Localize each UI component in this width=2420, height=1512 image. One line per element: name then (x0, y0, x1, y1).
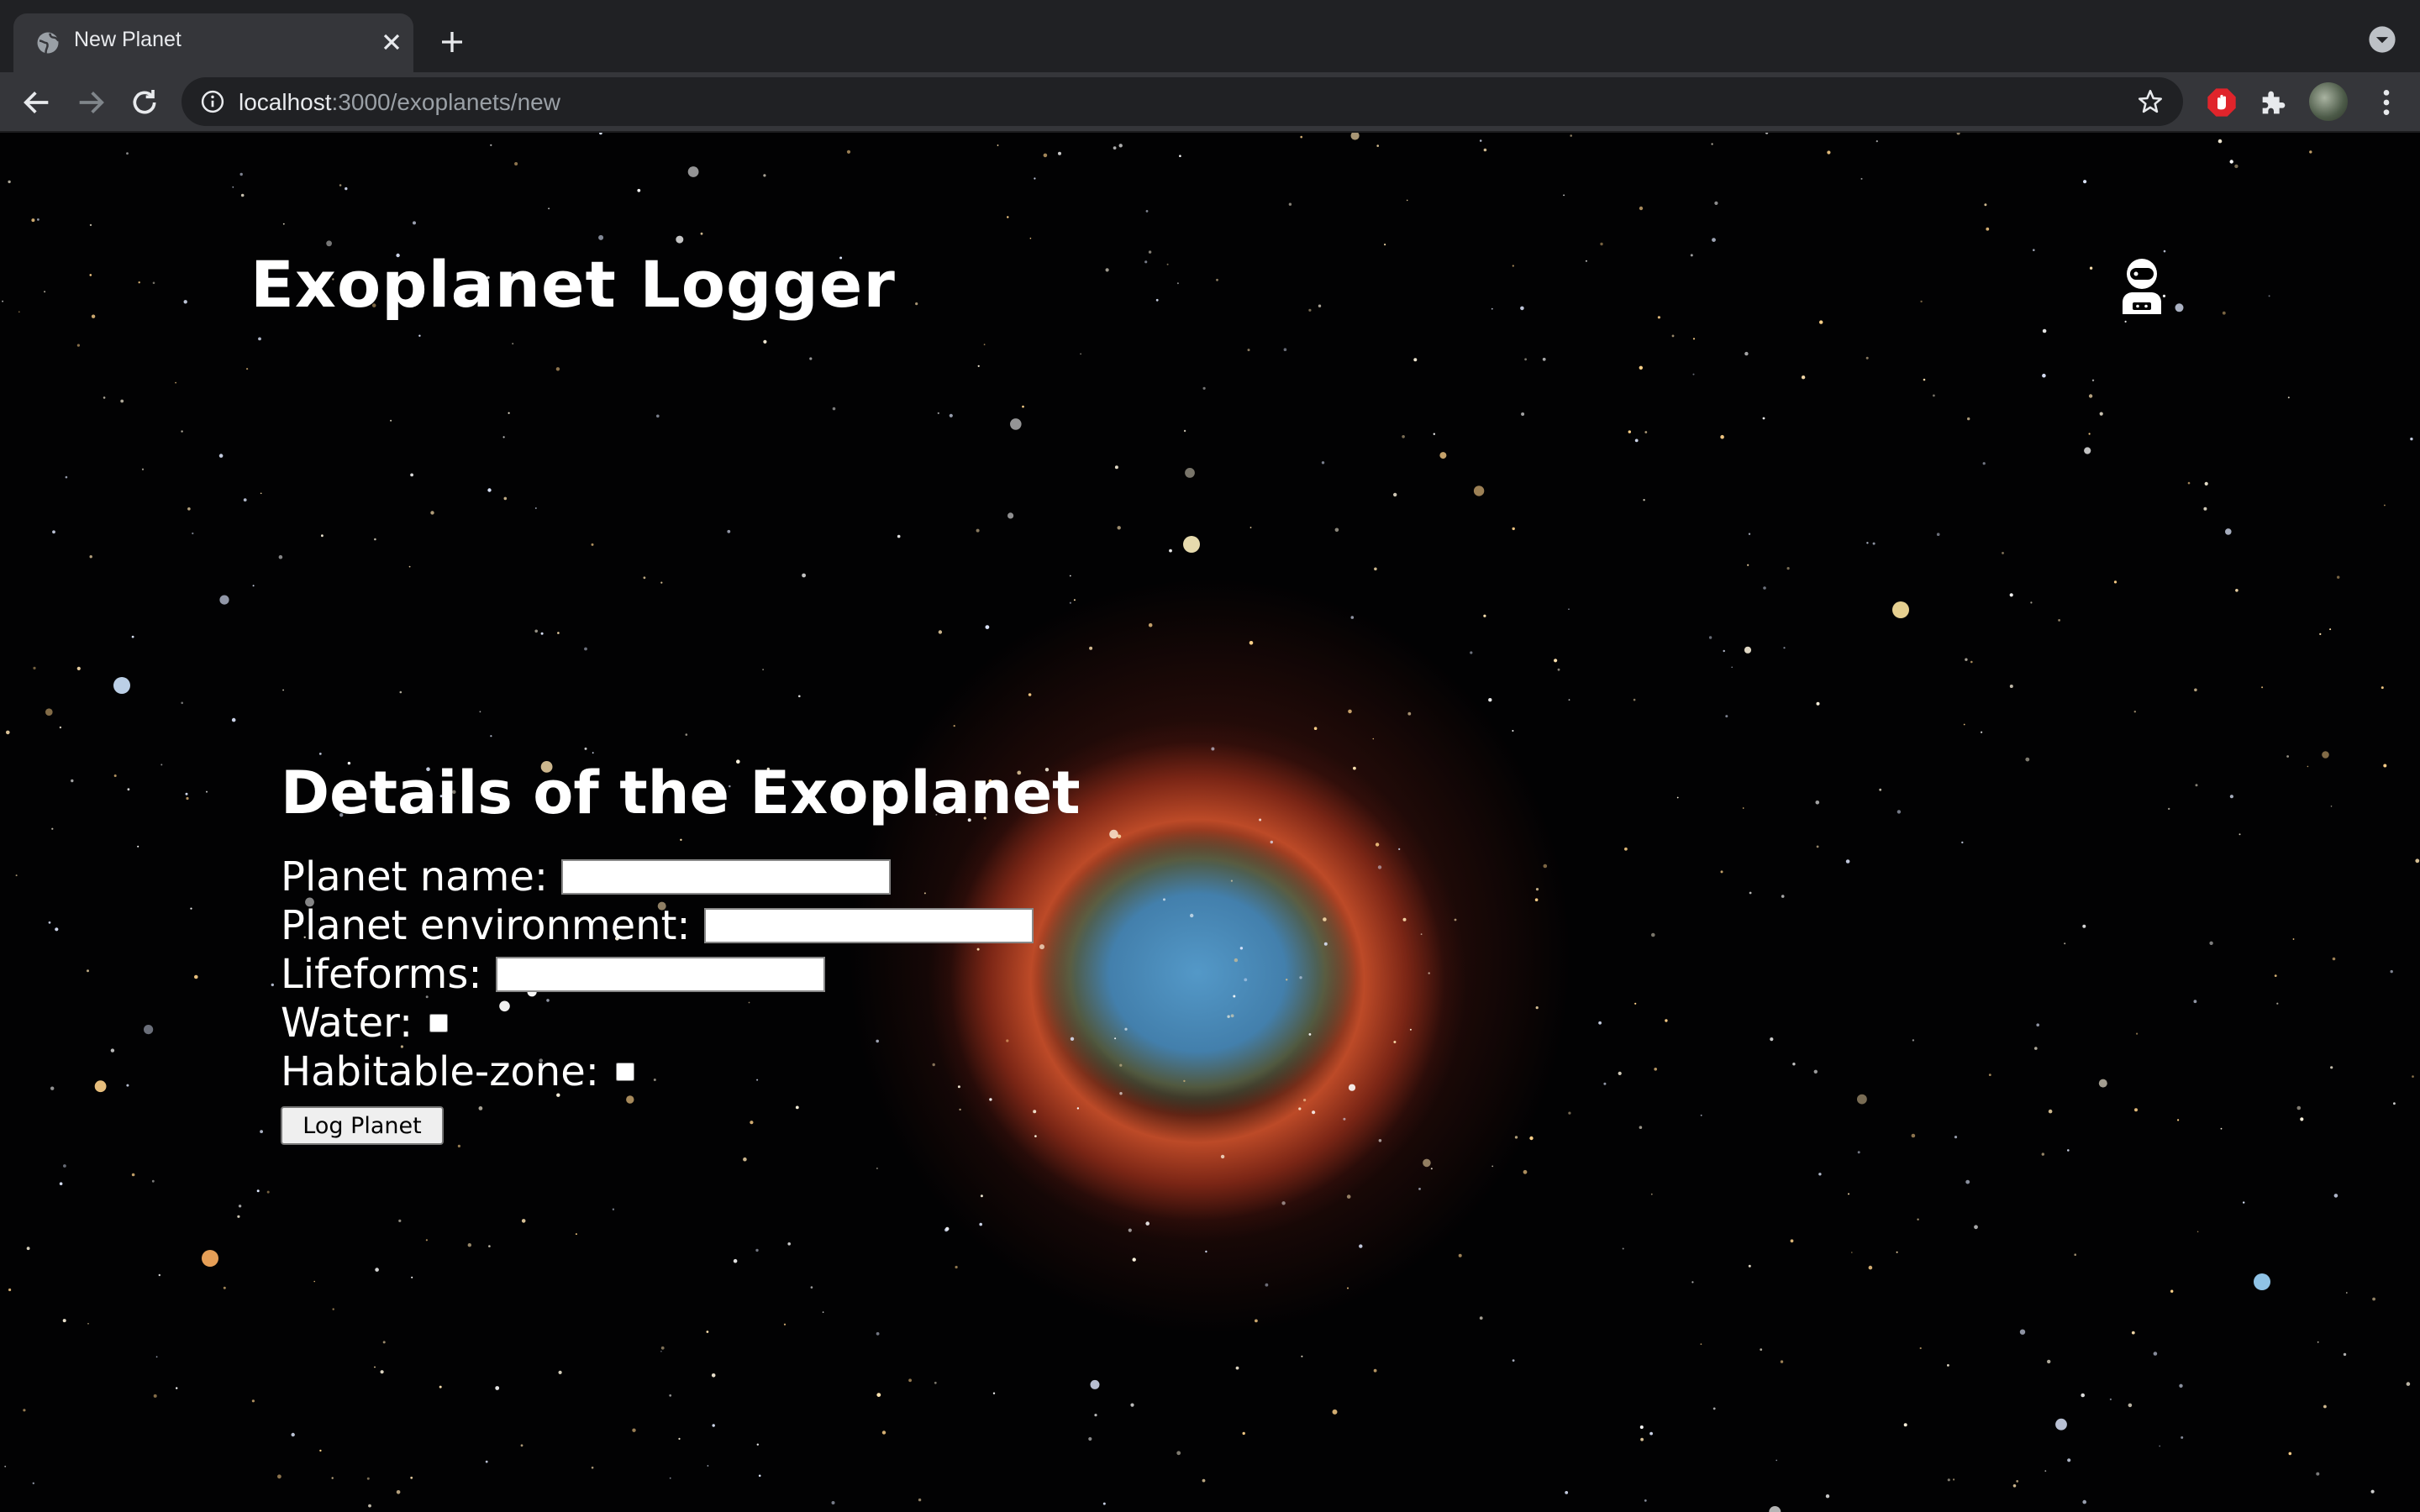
water-checkbox[interactable] (429, 1014, 449, 1032)
page-background: Exoplanet Logger Details of the Exoplane… (0, 133, 2420, 1512)
planet-name-label: Planet name: (281, 853, 549, 900)
planet-environment-input[interactable] (703, 908, 1034, 943)
forward-arrow-icon[interactable] (74, 86, 108, 119)
adblock-extension-icon[interactable] (2205, 86, 2238, 119)
form-title: Details of the Exoplanet (281, 759, 1081, 827)
reload-icon[interactable] (128, 86, 161, 119)
planet-environment-row: Planet environment: (281, 901, 1081, 950)
planet-environment-label: Planet environment: (281, 902, 691, 949)
extensions-puzzle-icon[interactable] (2257, 86, 2291, 119)
tab-title: New Planet (74, 28, 182, 51)
astronaut-icon[interactable] (2116, 255, 2168, 314)
close-icon[interactable] (378, 29, 405, 55)
new-tab-icon[interactable] (437, 27, 467, 57)
tab-search-icon[interactable] (2368, 25, 2396, 54)
habitable-zone-label: Habitable-zone: (281, 1048, 599, 1095)
water-row: Water: (281, 999, 1081, 1047)
log-planet-button[interactable]: Log Planet (281, 1106, 444, 1145)
back-arrow-icon[interactable] (20, 86, 54, 119)
url-host: localhost (239, 89, 332, 115)
site-title[interactable]: Exoplanet Logger (250, 247, 896, 322)
browser-toolbar: localhost:3000/exoplanets/new (0, 72, 2420, 133)
lifeforms-input[interactable] (495, 957, 825, 992)
browser-tab[interactable]: New Planet (13, 13, 413, 72)
planet-name-input[interactable] (561, 859, 892, 895)
exoplanet-form: Details of the Exoplanet Planet name: Pl… (281, 759, 1081, 1145)
planet-name-row: Planet name: (281, 853, 1081, 901)
info-icon[interactable] (200, 89, 225, 114)
habitable-zone-row: Habitable-zone: (281, 1047, 1081, 1096)
address-bar[interactable]: localhost:3000/exoplanets/new (182, 77, 2183, 126)
water-label: Water: (281, 1000, 413, 1047)
lifeforms-row: Lifeforms: (281, 950, 1081, 999)
bookmark-star-icon[interactable] (2136, 87, 2165, 116)
url-path: :3000/exoplanets/new (331, 89, 560, 115)
globe-icon (37, 32, 60, 54)
lifeforms-label: Lifeforms: (281, 951, 482, 998)
url-text[interactable]: localhost:3000/exoplanets/new (239, 89, 560, 116)
browser-tab-bar: New Planet (0, 0, 2420, 72)
habitable-zone-checkbox[interactable] (615, 1063, 634, 1081)
more-menu-icon[interactable] (2370, 86, 2403, 119)
profile-avatar[interactable] (2309, 82, 2348, 121)
